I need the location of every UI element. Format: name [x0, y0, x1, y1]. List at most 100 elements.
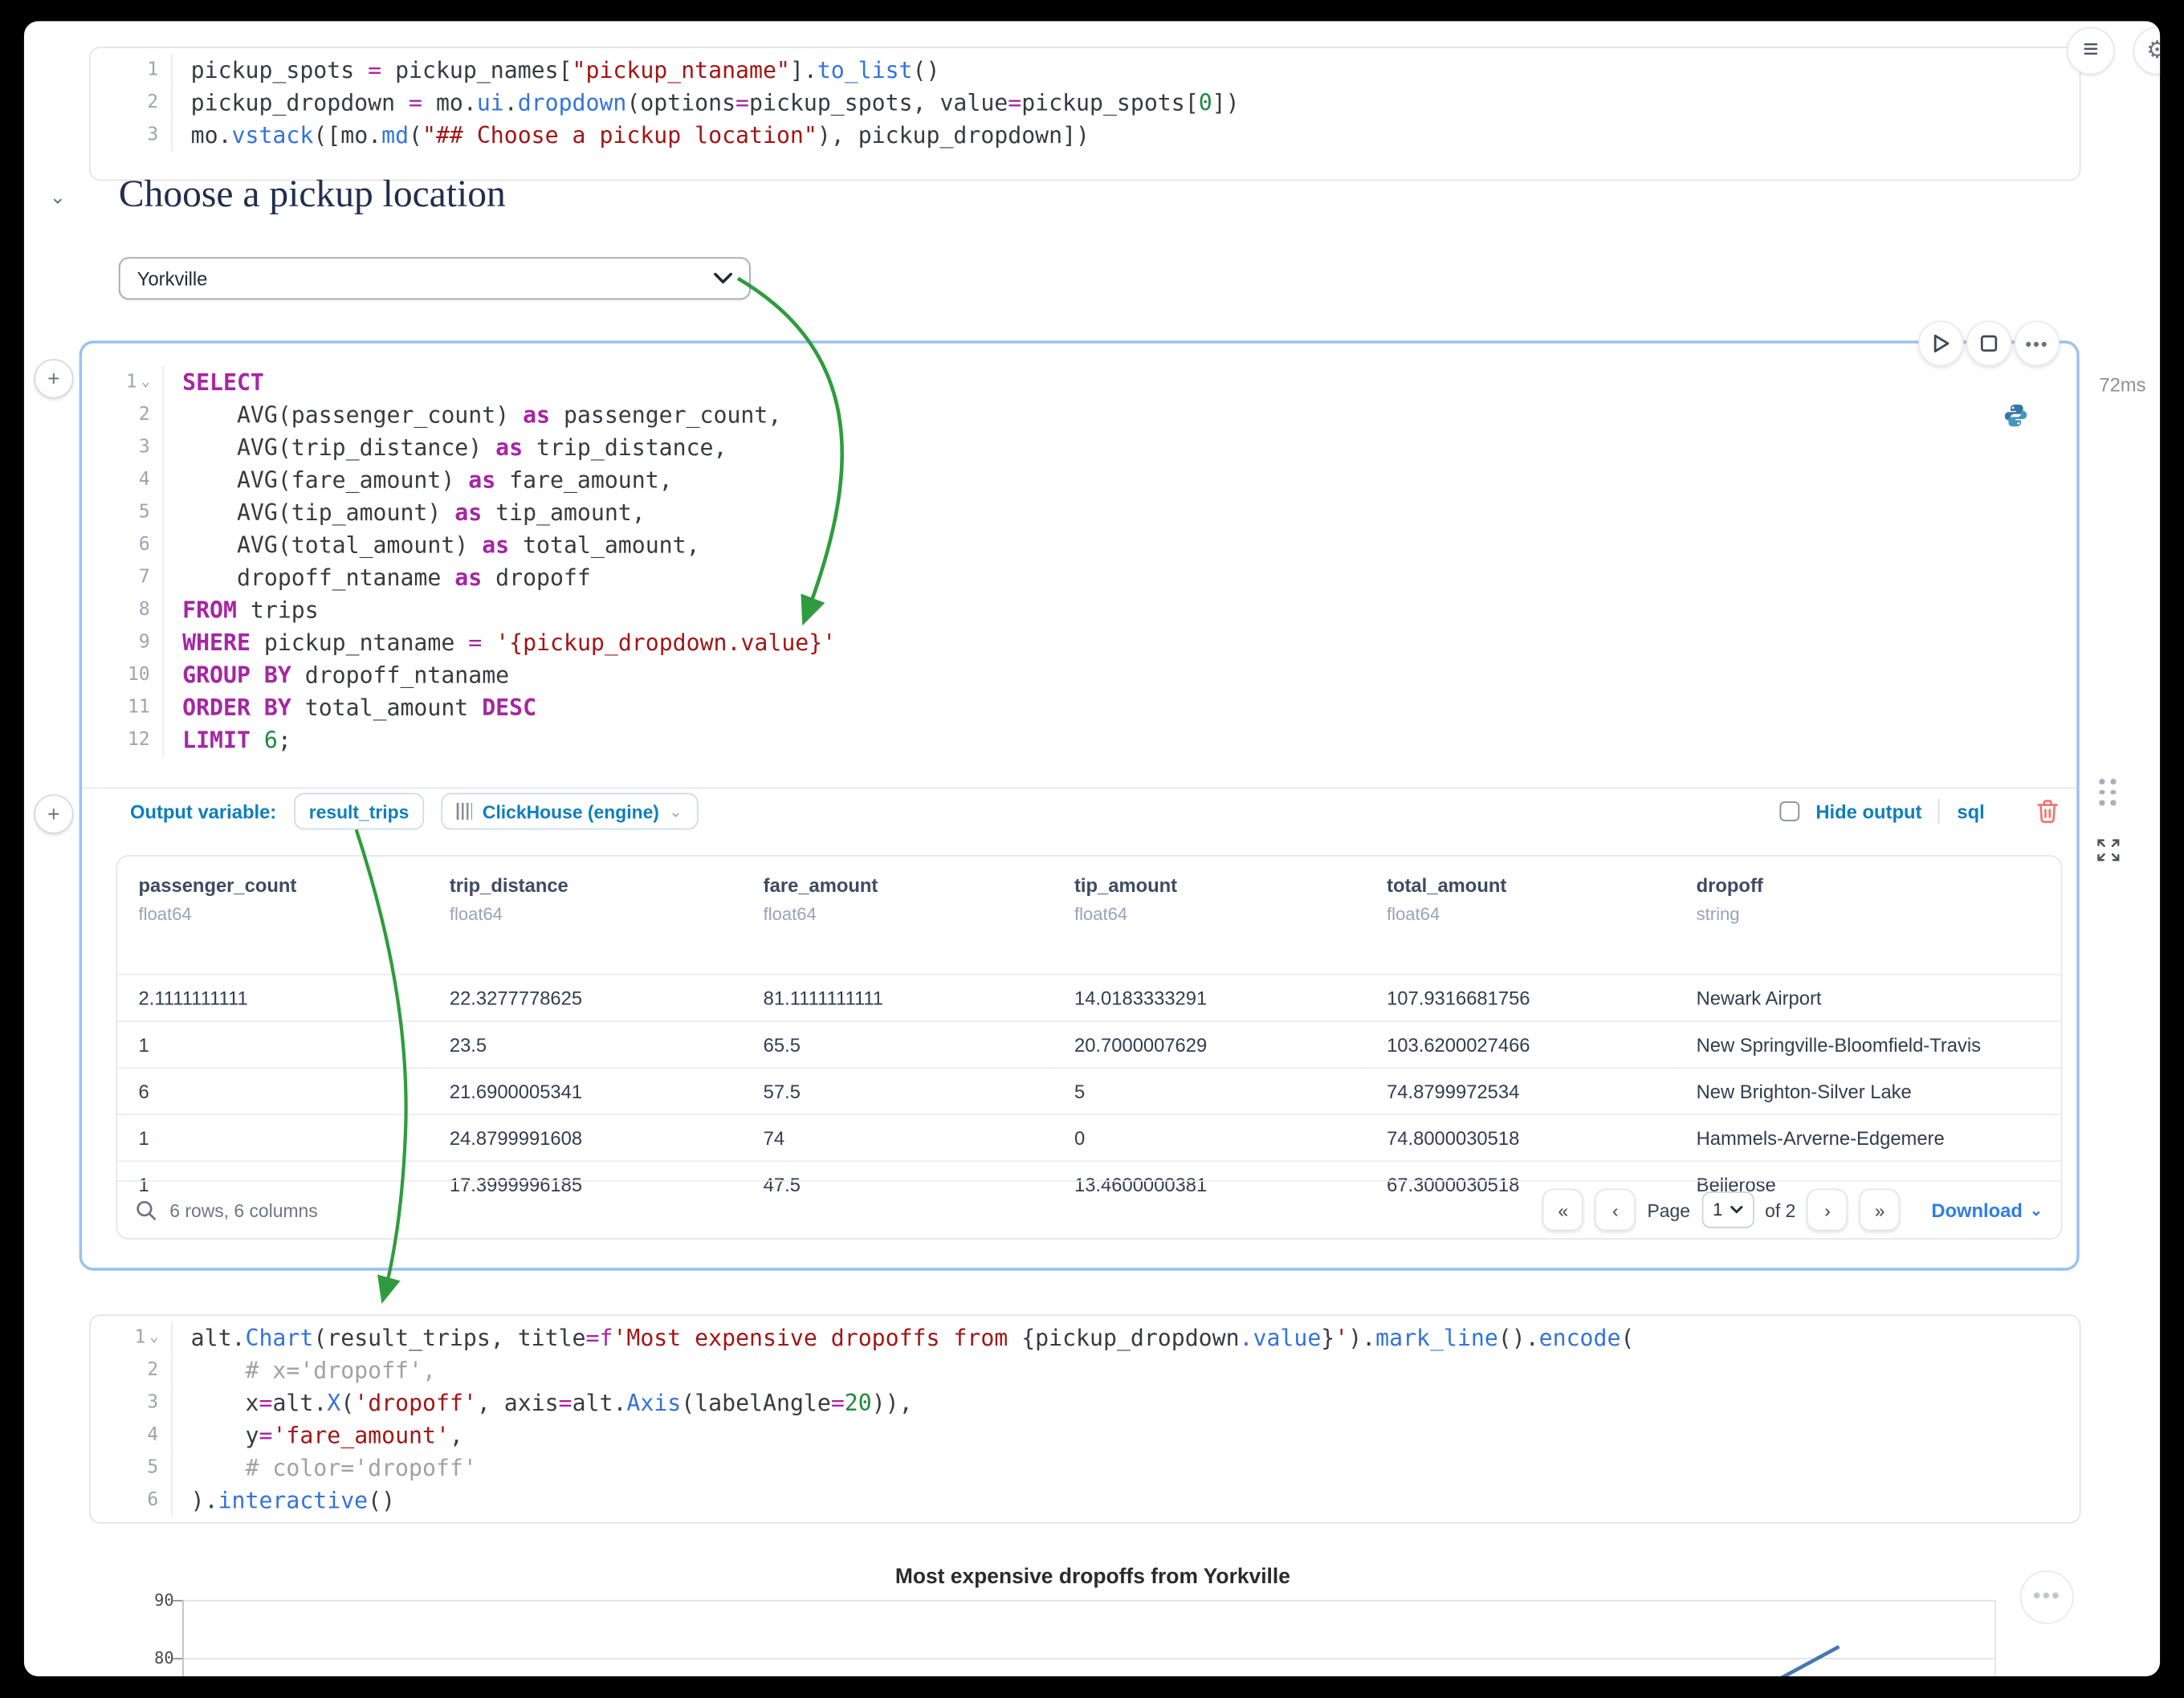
line-number: 1⌄ — [102, 1321, 173, 1354]
code-text: pickup_dropdown = mo.ui.dropdown(options… — [173, 86, 1240, 118]
column-header[interactable]: dropoffstring — [1675, 857, 2062, 975]
hide-output-checkbox[interactable] — [1779, 801, 1799, 821]
column-header[interactable]: trip_distancefloat64 — [428, 857, 742, 975]
page-of-label: of 2 — [1765, 1199, 1795, 1220]
line-number: 12 — [93, 723, 164, 755]
code-text: ).interactive() — [173, 1484, 395, 1517]
column-header[interactable]: tip_amountfloat64 — [1053, 857, 1366, 975]
code-line: 1pickup_spots = pickup_names["pickup_nta… — [91, 54, 2080, 86]
chart-code-cell[interactable]: 1⌄alt.Chart(result_trips, title=f'Most e… — [89, 1314, 2081, 1524]
code-line: 5 AVG(tip_amount) as tip_amount, — [82, 496, 2076, 528]
trash-icon[interactable] — [2035, 799, 2060, 825]
code-text: mo.vstack([mo.md("## Choose a pickup loc… — [173, 119, 1090, 151]
table-row: 2.111111111122.327777862581.111111111114… — [117, 975, 2062, 1021]
collapse-chevron-icon[interactable]: ⌄ — [50, 185, 67, 210]
stop-square-icon — [1980, 335, 1997, 352]
code-line: 6 AVG(total_amount) as total_amount, — [82, 528, 2076, 560]
code-editor[interactable]: 1pickup_spots = pickup_names["pickup_nta… — [91, 48, 2080, 152]
code-line: 4 AVG(fare_amount) as fare_amount, — [82, 463, 2076, 495]
code-line: 5 # color='dropoff' — [91, 1452, 2080, 1484]
code-text: x=alt.X('dropoff', axis=alt.Axis(labelAn… — [173, 1386, 913, 1419]
table-cell: 103.6200027466 — [1366, 1021, 1676, 1068]
table-cell: 21.6900005341 — [428, 1068, 742, 1114]
line-number: 2 — [93, 398, 164, 430]
hide-output-label[interactable]: Hide output — [1815, 800, 1921, 821]
fold-chevron-icon[interactable]: ⌄ — [150, 1330, 159, 1346]
chevron-down-icon — [1730, 1206, 1742, 1215]
drag-handle-icon[interactable] — [2099, 779, 2116, 805]
code-line: 1⌄SELECT — [82, 366, 2076, 398]
sql-cell[interactable]: ••• 1⌄SELECT2 AVG(passenger_count) as pa… — [79, 340, 2080, 1270]
prev-page-button[interactable]: ‹ — [1595, 1189, 1636, 1232]
engine-selector[interactable]: ClickHouse (engine) ⌄ — [442, 793, 698, 830]
code-line: 4 y='fare_amount', — [91, 1419, 2080, 1452]
code-line: 7 dropoff_ntaname as dropoff — [82, 561, 2076, 593]
gear-icon: ⚙ — [2146, 37, 2160, 65]
language-badge[interactable]: sql — [1957, 800, 1984, 821]
last-page-button[interactable]: » — [1860, 1189, 1901, 1232]
table-cell: 65.5 — [742, 1021, 1053, 1068]
column-header[interactable]: total_amountfloat64 — [1366, 857, 1676, 975]
chevron-down-icon — [714, 273, 732, 284]
pickup-dropdown[interactable]: Yorkville — [119, 257, 751, 299]
chart-code-editor[interactable]: 1⌄alt.Chart(result_trips, title=f'Most e… — [91, 1316, 2080, 1517]
page-select-value: 1 — [1713, 1200, 1722, 1220]
line-number: 6 — [102, 1484, 173, 1517]
tick-mark — [173, 1658, 182, 1659]
cell-more-actions-button[interactable]: ••• — [2015, 321, 2060, 366]
page-label: Page — [1647, 1199, 1689, 1220]
notebook-page: 1pickup_spots = pickup_names["pickup_nta… — [24, 21, 2160, 1676]
code-text: alt.Chart(result_trips, title=f'Most exp… — [173, 1321, 1635, 1354]
code-line: 1⌄alt.Chart(result_trips, title=f'Most e… — [91, 1321, 2080, 1354]
y-axis-line — [182, 1600, 184, 1676]
table-cell: 24.8799991608 — [428, 1114, 742, 1161]
menu-button[interactable]: ≡ — [2067, 26, 2115, 75]
code-line: 11ORDER BY total_amount DESC — [82, 691, 2076, 723]
table-cell: 81.1111111111 — [742, 975, 1053, 1021]
code-line: 3 x=alt.X('dropoff', axis=alt.Axis(label… — [91, 1386, 2080, 1419]
fold-chevron-icon[interactable]: ⌄ — [141, 375, 150, 390]
line-number: 3 — [93, 431, 164, 463]
line-number: 7 — [93, 561, 164, 593]
line-number: 6 — [93, 528, 164, 560]
code-text: AVG(passenger_count) as passenger_count, — [164, 398, 781, 430]
first-page-button[interactable]: « — [1542, 1189, 1583, 1232]
line-number: 9 — [93, 626, 164, 658]
chart-more-actions-button[interactable]: ••• — [2020, 1570, 2074, 1624]
table-cell: 74.8799972534 — [1366, 1068, 1676, 1114]
sql-editor[interactable]: 1⌄SELECT2 AVG(passenger_count) as passen… — [82, 344, 2076, 756]
output-variable-bar: Output variable: result_trips ClickHouse… — [82, 788, 2076, 834]
gridline-80 — [182, 1658, 1995, 1659]
table-cell: 1 — [117, 1021, 428, 1068]
table-row: 621.690000534157.5574.8799972534New Brig… — [117, 1068, 2062, 1114]
search-icon[interactable] — [136, 1199, 157, 1220]
code-text: ORDER BY total_amount DESC — [164, 691, 536, 723]
run-cell-button[interactable] — [1918, 321, 1963, 366]
table-cell: 107.9316681756 — [1366, 975, 1676, 1021]
play-icon — [1932, 333, 1950, 353]
output-variable-chip[interactable]: result_trips — [293, 793, 424, 830]
column-header[interactable]: fare_amountfloat64 — [742, 857, 1053, 975]
expand-icon[interactable] — [2096, 838, 2121, 862]
markdown-heading: Choose a pickup location — [119, 173, 506, 217]
next-page-button[interactable]: › — [1807, 1189, 1848, 1232]
chevron-down-icon: ⌄ — [2030, 1201, 2043, 1220]
code-text: y='fare_amount', — [173, 1419, 463, 1452]
table-cell: 1 — [117, 1114, 428, 1161]
column-header[interactable]: passenger_countfloat64 — [117, 857, 428, 975]
hamburger-icon: ≡ — [2083, 35, 2099, 67]
chevron-down-icon: ⌄ — [669, 802, 682, 820]
settings-button[interactable]: ⚙ — [2133, 26, 2160, 75]
output-variable-label: Output variable: — [130, 800, 276, 821]
download-button[interactable]: Download ⌄ — [1931, 1199, 2043, 1220]
add-cell-below-button[interactable]: + — [34, 794, 73, 833]
page-select[interactable]: 1 — [1701, 1191, 1754, 1228]
add-cell-above-button[interactable]: + — [34, 359, 73, 398]
table-cell: 14.0183333291 — [1053, 975, 1366, 1021]
code-text: dropoff_ntaname as dropoff — [164, 561, 591, 593]
ellipsis-icon: ••• — [2025, 333, 2048, 354]
line-number: 3 — [102, 119, 173, 151]
table-footer: 6 rows, 6 columns « ‹ Page 1 of 2 › — [117, 1180, 2061, 1238]
stop-cell-button[interactable] — [1966, 321, 2011, 366]
code-cell-pickup[interactable]: 1pickup_spots = pickup_names["pickup_nta… — [89, 47, 2081, 181]
